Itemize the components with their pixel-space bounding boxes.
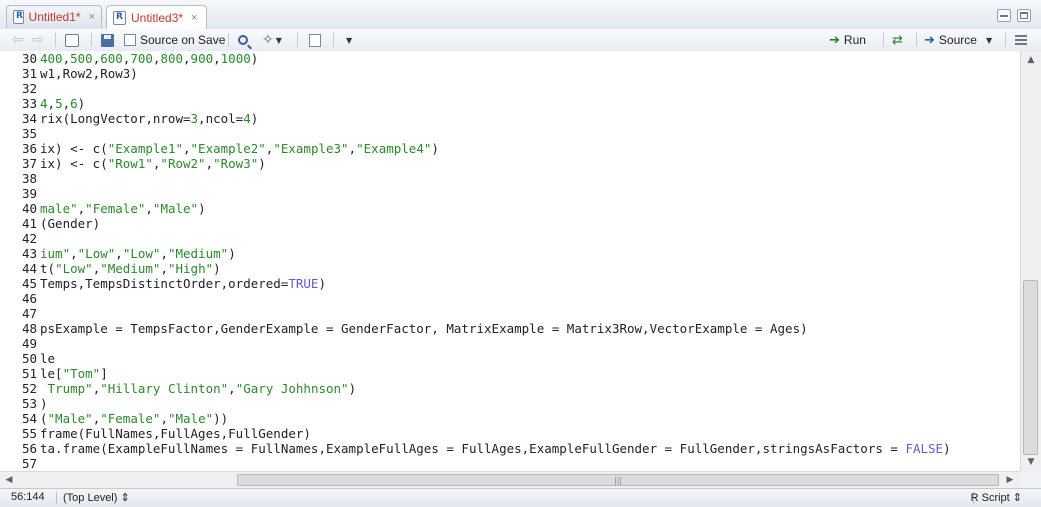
line-text: frame(FullNames,FullAges,FullGender) (40, 426, 311, 441)
r-file-icon (13, 10, 24, 24)
source-label: Source (938, 33, 977, 47)
checkbox[interactable] (124, 34, 136, 46)
line-number: 39 (21, 186, 37, 201)
tab-label: Untitled1* (28, 10, 81, 24)
maximize-pane-button[interactable] (1017, 9, 1031, 22)
line-text: ium","Low","Low","Medium") (40, 246, 236, 261)
close-tab-icon[interactable]: × (89, 11, 95, 23)
editor-toolbar: ⇦ ⇨ Source on Save ✧ ▼ ▼ ➔ Run ⇄ ➜ Sourc… (0, 29, 1041, 52)
line-number: 57 (21, 456, 37, 471)
tab-untitled3[interactable]: Untitled3* × (106, 5, 207, 29)
source-on-save-checkbox[interactable]: Source on Save (124, 32, 225, 48)
r-file-icon (113, 10, 126, 25)
line-text: male","Female","Male") (40, 201, 206, 216)
show-in-window-icon[interactable] (65, 33, 79, 47)
line-text: ) (40, 396, 48, 411)
tab-bar: Untitled1* × Untitled3* × (0, 0, 1041, 30)
line-number: 35 (21, 126, 37, 141)
tab-untitled1[interactable]: Untitled1* × (6, 5, 102, 28)
line-number: 41 (21, 216, 37, 231)
line-text: (Gender) (40, 216, 101, 231)
scroll-right-icon[interactable]: ▶ (1003, 473, 1017, 487)
file-type-selector[interactable]: R Script ⇕ (971, 491, 1022, 504)
line-number: 31 (21, 66, 37, 81)
line-number: 45 (21, 276, 37, 291)
line-number: 34 (21, 111, 37, 126)
line-number: 56 (21, 441, 37, 456)
code-editor[interactable]: 30 400,500,600,700,800,900,1000) 31 w1,Row2… (0, 51, 1020, 471)
line-text: 400,500,600,700,800,900,1000) (40, 51, 259, 66)
line-text: ("Male","Female","Male")) (40, 411, 229, 426)
horizontal-scrollbar[interactable]: ◀ ||| ▶ (0, 471, 1020, 488)
line-number: 33 (21, 96, 37, 111)
scope-selector[interactable]: (Top Level) ⇕ (63, 491, 130, 504)
document-outline-icon[interactable] (1015, 35, 1027, 45)
line-text: Temps,TempsDistinctOrder,ordered=TRUE) (40, 276, 326, 291)
line-number: 54 (21, 411, 37, 426)
line-text: rix(LongVector,nrow=3,ncol=4) (40, 111, 259, 126)
line-text: ix) <- c("Row1","Row2","Row3") (40, 156, 266, 171)
run-icon: ➔ (829, 32, 840, 48)
line-text: 4,5,6) (40, 96, 86, 111)
search-icon[interactable] (238, 35, 248, 45)
line-number: 46 (21, 291, 37, 306)
run-label: Run (843, 33, 866, 47)
line-text: t("Low","Medium","High") (40, 261, 221, 276)
vertical-scroll-thumb[interactable] (1023, 280, 1038, 455)
line-text: ix) <- c("Example1","Example2","Example3… (40, 141, 439, 156)
line-number: 36 (21, 141, 37, 156)
code-tools-button[interactable]: ✧ ▼ (262, 32, 282, 48)
line-number: 38 (21, 171, 37, 186)
chevron-down-icon[interactable]: ▼ (346, 36, 352, 45)
save-icon[interactable] (101, 33, 114, 47)
line-text: w1,Row2,Row3) (40, 66, 138, 81)
line-number: 44 (21, 261, 37, 276)
line-number: 50 (21, 351, 37, 366)
line-number: 40 (21, 201, 37, 216)
close-tab-icon[interactable]: × (191, 12, 197, 24)
vertical-scrollbar[interactable]: ▲ ▼ (1020, 51, 1041, 471)
line-number: 37 (21, 156, 37, 171)
line-text: Trump","Hillary Clinton","Gary Johhnson"… (40, 381, 357, 396)
source-button[interactable]: ➜ Source ▼ (924, 32, 992, 48)
forward-arrow-icon[interactable]: ⇨ (32, 33, 46, 47)
scroll-up-icon[interactable]: ▲ (1024, 53, 1038, 67)
scroll-down-icon[interactable]: ▼ (1024, 455, 1038, 469)
compile-report-icon[interactable] (309, 33, 321, 47)
scroll-left-icon[interactable]: ◀ (2, 473, 16, 487)
magic-wand-icon: ✧ (262, 32, 274, 48)
line-number: 49 (21, 336, 37, 351)
line-number: 43 (21, 246, 37, 261)
chevron-down-icon: ▼ (275, 35, 282, 45)
line-number: 55 (21, 426, 37, 441)
line-text: le["Tom"] (40, 366, 108, 381)
line-number: 42 (21, 231, 37, 246)
tab-label: Untitled3* (131, 10, 184, 25)
run-button[interactable]: ➔ Run (829, 32, 866, 48)
cursor-position: 56:144 (11, 491, 45, 503)
line-text: psExample = TempsFactor,GenderExample = … (40, 321, 808, 336)
line-number: 32 (21, 81, 37, 96)
line-number: 47 (21, 306, 37, 321)
line-number: 48 (21, 321, 37, 336)
rerun-icon[interactable]: ⇄ (892, 33, 903, 48)
minimize-pane-button[interactable] (997, 9, 1011, 22)
horizontal-scroll-thumb[interactable]: ||| (237, 474, 999, 486)
source-on-save-label: Source on Save (140, 33, 226, 47)
back-arrow-icon[interactable]: ⇦ (12, 33, 26, 47)
line-number: 52 (21, 381, 37, 396)
line-number: 53 (21, 396, 37, 411)
chevron-down-icon[interactable]: ▼ (986, 36, 992, 45)
source-icon: ➜ (924, 32, 935, 48)
line-number: 51 (21, 366, 37, 381)
line-number: 30 (21, 51, 37, 66)
line-text: le (40, 351, 56, 366)
line-text: ta.frame(ExampleFullNames = FullNames,Ex… (40, 441, 951, 456)
grip-icon: ||| (614, 476, 623, 485)
status-bar: 56:144 (Top Level) ⇕ R Script ⇕ (0, 488, 1041, 507)
